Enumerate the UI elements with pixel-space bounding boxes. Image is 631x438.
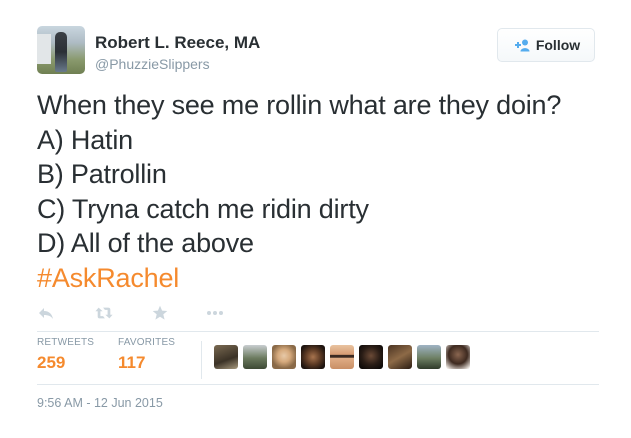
add-user-icon (512, 38, 530, 52)
tweet-timestamp[interactable]: 9:56 AM - 12 Jun 2015 (37, 396, 163, 410)
tweet-line: D) All of the above (37, 228, 254, 258)
tweet-card: Robert L. Reece, MA @PhuzzieSlippers Fol… (0, 0, 631, 438)
user-handle[interactable]: @PhuzzieSlippers (95, 55, 260, 73)
stats-separator (201, 341, 202, 379)
favoriter-avatar[interactable] (272, 345, 296, 369)
favoriter-avatar[interactable] (359, 345, 383, 369)
more-dots-icon[interactable] (206, 304, 224, 322)
favoriter-avatar[interactable] (330, 345, 354, 369)
retweets-count: 259 (37, 353, 66, 372)
avatar-background (37, 34, 51, 64)
divider (37, 331, 599, 332)
favoriter-avatar[interactable] (301, 345, 325, 369)
retweets-stat[interactable]: RETWEETS 259 (37, 337, 94, 374)
favoriter-avatar[interactable] (388, 345, 412, 369)
avatar-figure (55, 32, 67, 72)
favorites-stat[interactable]: FAVORITES 117 (118, 337, 175, 374)
tweet-line: B) Patrollin (37, 159, 167, 189)
favoriter-avatar[interactable] (446, 345, 470, 369)
tweet-text: When they see me rollin what are they do… (37, 88, 612, 295)
tweet-line: When they see me rollin what are they do… (37, 90, 562, 120)
retweets-label: RETWEETS (37, 337, 95, 348)
hashtag-link[interactable]: #AskRachel (37, 261, 612, 296)
favorites-label: FAVORITES (118, 337, 176, 348)
favoriter-avatar[interactable] (214, 345, 238, 369)
follow-button[interactable]: Follow (497, 28, 595, 62)
follow-button-label: Follow (535, 37, 581, 53)
user-name-block: Robert L. Reece, MA @PhuzzieSlippers (95, 33, 260, 73)
tweet-line: C) Tryna catch me ridin dirty (37, 193, 369, 224)
favoriter-avatar[interactable] (417, 345, 441, 369)
divider (37, 384, 599, 385)
retweet-icon[interactable] (95, 304, 113, 322)
favorites-count: 117 (118, 353, 146, 372)
tweet-line: A) Hatin (37, 124, 133, 155)
tweet-actions (37, 302, 224, 324)
favorited-by-avatars (214, 345, 470, 369)
favoriter-avatar[interactable] (243, 345, 267, 369)
user-full-name[interactable]: Robert L. Reece, MA (95, 33, 260, 53)
user-avatar[interactable] (37, 26, 85, 74)
star-icon[interactable] (151, 304, 169, 322)
reply-icon[interactable] (37, 304, 55, 322)
